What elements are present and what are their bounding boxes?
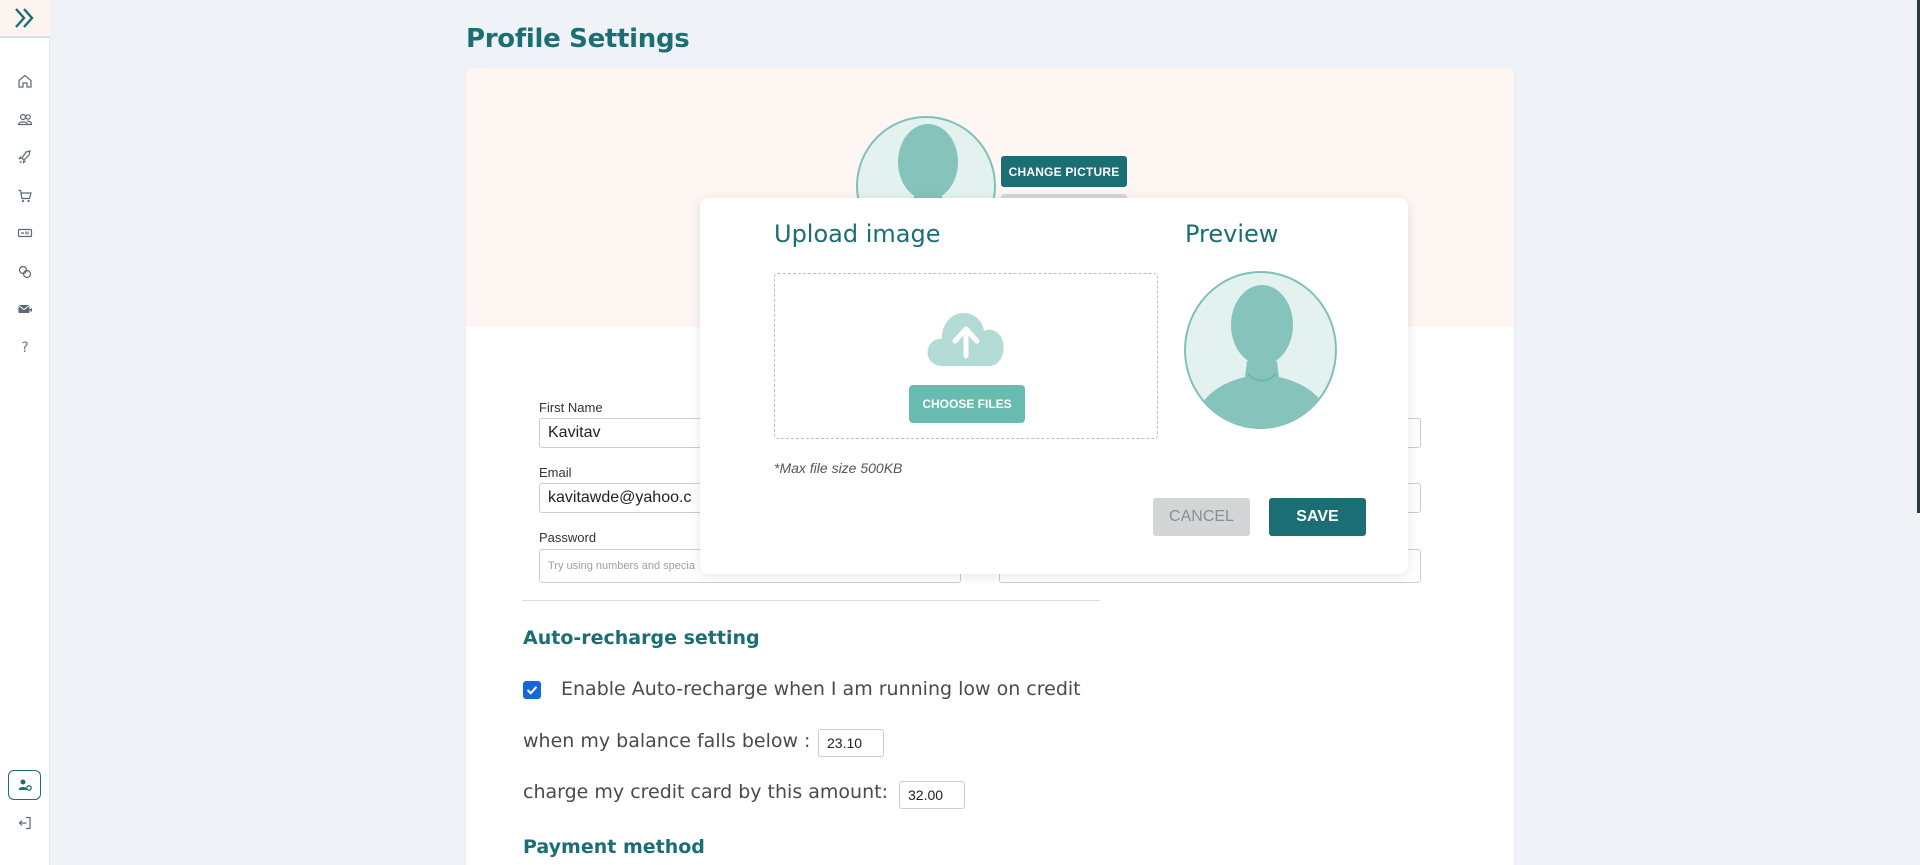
check-icon (526, 686, 538, 695)
sidebar: ? (0, 0, 50, 865)
sidebar-item-users[interactable] (0, 104, 50, 134)
charge-amount-label: charge my credit card by this amount: (523, 781, 888, 803)
balance-threshold-label: when my balance falls below : (523, 730, 811, 752)
help-icon: ? (21, 340, 29, 356)
sidebar-item-shop[interactable] (0, 181, 50, 211)
preview-avatar (1184, 271, 1337, 429)
page-title: Profile Settings (466, 24, 690, 54)
link-icon (18, 265, 32, 279)
auto-recharge-title: Auto-recharge setting (523, 627, 760, 649)
auto-recharge-checkbox[interactable] (523, 681, 541, 699)
change-picture-button[interactable]: CHANGE PICTURE (1001, 156, 1127, 187)
save-button[interactable]: SAVE (1269, 498, 1366, 536)
user-settings-icon (18, 779, 32, 791)
upload-dropzone[interactable]: CHOOSE FILES (774, 273, 1158, 439)
sidebar-item-messages[interactable] (0, 294, 50, 324)
sidebar-item-tickets[interactable] (0, 218, 50, 248)
sidebar-item-help[interactable]: ? (0, 333, 50, 363)
auto-recharge-enable-label: Enable Auto-recharge when I am running l… (561, 678, 1081, 700)
cancel-button[interactable]: CANCEL (1153, 498, 1250, 536)
preview-title: Preview (1185, 220, 1279, 248)
max-file-size-note: *Max file size 500KB (774, 460, 903, 476)
first-name-label: First Name (539, 400, 603, 415)
logout-icon (18, 816, 31, 830)
rocket-icon (18, 150, 31, 164)
choose-files-button[interactable]: CHOOSE FILES (909, 385, 1025, 423)
upload-image-modal: Upload image Preview CHOOSE FILES *Max f… (700, 198, 1408, 574)
mail-icon (18, 305, 32, 313)
home-icon (18, 74, 32, 88)
email-label: Email (539, 465, 572, 480)
sidebar-item-home[interactable] (0, 66, 50, 96)
sidebar-item-links[interactable] (0, 257, 50, 287)
sidebar-item-logout[interactable] (0, 808, 50, 838)
ticket-icon (17, 228, 33, 238)
upload-image-title: Upload image (774, 220, 941, 248)
sidebar-item-campaigns[interactable] (0, 142, 50, 172)
charge-amount-input[interactable]: 32.00 (899, 781, 965, 809)
payment-method-title: Payment method (523, 836, 705, 858)
section-divider (522, 600, 1100, 601)
sidebar-item-account[interactable] (8, 770, 41, 800)
double-chevron-right-icon[interactable] (0, 0, 50, 38)
users-icon (17, 113, 33, 126)
cloud-upload-icon (927, 312, 1004, 366)
password-label: Password (539, 530, 597, 545)
cart-icon (18, 189, 32, 203)
balance-threshold-input[interactable]: 23.10 (818, 729, 884, 757)
